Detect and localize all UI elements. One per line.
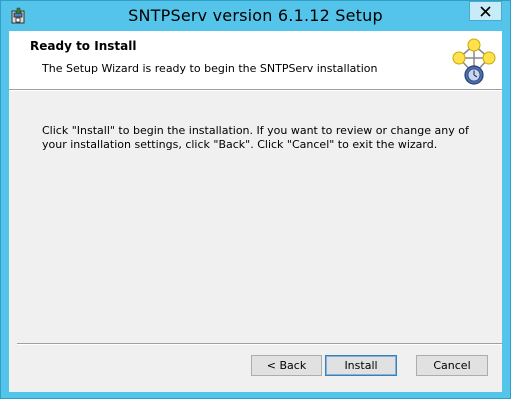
network-clock-icon (452, 38, 496, 85)
instructions-text: Click "Install" to begin the installatio… (42, 124, 469, 151)
footer-divider (17, 343, 502, 345)
setup-window: SNTPServ version 6.1.12 Setup Ready to I… (0, 0, 511, 399)
back-button[interactable]: < Back (251, 355, 322, 376)
wizard-header: Ready to Install The Setup Wizard is rea… (9, 31, 502, 89)
page-title: Ready to Install (30, 39, 137, 53)
close-button[interactable] (469, 1, 502, 21)
close-icon (480, 5, 491, 17)
wizard-content: Ready to Install The Setup Wizard is rea… (9, 31, 502, 392)
page-subtitle: The Setup Wizard is ready to begin the S… (42, 62, 378, 75)
title-bar[interactable]: SNTPServ version 6.1.12 Setup (1, 1, 510, 31)
install-button[interactable]: Install (325, 355, 397, 376)
window-title: SNTPServ version 6.1.12 Setup (128, 6, 383, 25)
cancel-button[interactable]: Cancel (416, 355, 488, 376)
header-divider (9, 89, 502, 91)
